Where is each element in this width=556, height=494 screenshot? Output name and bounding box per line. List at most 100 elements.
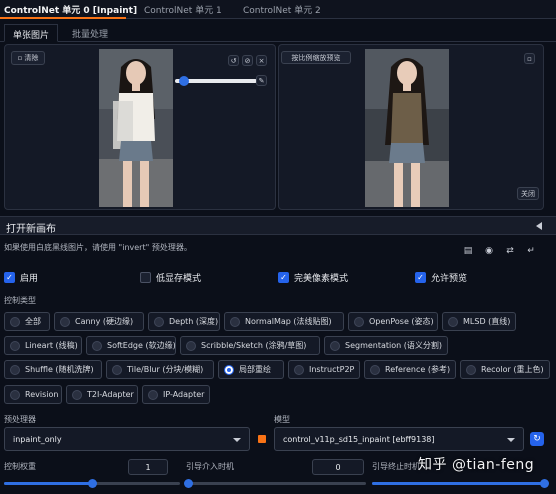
radio-icon xyxy=(60,316,70,327)
radio-icon xyxy=(72,389,82,400)
chip-label: Segmentation (语义分割) xyxy=(345,341,443,350)
chip-label: Depth (深度) xyxy=(169,317,219,326)
undo-icon[interactable]: ↺ xyxy=(228,55,239,66)
low-vram-label: 低显存模式 xyxy=(156,274,202,284)
control-type-recolor[interactable]: Recolor (重上色) xyxy=(460,360,550,379)
control-type-all[interactable]: 全部 xyxy=(4,312,50,331)
control-weight-input[interactable]: 1 xyxy=(128,459,168,475)
enable-label: 启用 xyxy=(20,274,39,284)
model-label: 模型 xyxy=(274,415,290,424)
pixel-perfect-label: 完美像素模式 xyxy=(294,274,349,284)
collapse-arrow-icon[interactable] xyxy=(536,222,542,230)
chip-label: 全部 xyxy=(25,317,41,326)
control-type-mlsd[interactable]: MLSD (直线) xyxy=(442,312,516,331)
control-type-lineart[interactable]: Lineart (线稿) xyxy=(4,336,82,355)
tab-unit-0[interactable]: ControlNet 单元 0 [Inpaint] xyxy=(4,3,137,16)
chip-label: InstructP2P xyxy=(309,365,355,374)
control-type-t2i-adapter[interactable]: T2I-Adapter xyxy=(66,385,138,404)
control-type-openpose[interactable]: OpenPose (姿态) xyxy=(348,312,438,331)
input-image-panel[interactable]: ▫ 清除 ↺ ⊘ × ✎ xyxy=(4,44,276,210)
radio-icon xyxy=(330,340,340,351)
send-dimensions-icon[interactable]: ↵ xyxy=(526,246,536,256)
new-canvas-icon[interactable]: ▤ xyxy=(463,246,473,256)
control-type-tile-blur[interactable]: Tile/Blur (分块/模糊) xyxy=(106,360,214,379)
guidance-end-slider[interactable] xyxy=(372,479,549,488)
preprocessor-value: inpaint_only xyxy=(13,434,62,444)
guidance-start-slider[interactable] xyxy=(184,479,366,488)
checkbox-pixel-perfect-box[interactable]: ✓ xyxy=(278,272,289,283)
input-image[interactable] xyxy=(99,49,173,207)
image-mode-tabs: 单张图片 批量处理 xyxy=(0,24,556,42)
clear-label: 清除 xyxy=(24,54,39,62)
control-type-canny[interactable]: Canny (硬边缘) xyxy=(54,312,144,331)
chip-label: Canny (硬边缘) xyxy=(75,317,134,326)
control-type-ip-adapter[interactable]: IP-Adapter xyxy=(142,385,210,404)
preview-scale-button[interactable]: 按比例缩放预览 xyxy=(281,51,351,64)
radio-icon xyxy=(186,340,196,351)
radio-icon xyxy=(10,389,20,400)
preprocessor-select[interactable]: inpaint_only xyxy=(4,427,250,451)
allow-preview-checkbox[interactable]: ✓ 允许预览 xyxy=(415,271,467,284)
checkbox-enable-box[interactable]: ✓ xyxy=(4,272,15,283)
control-type-label: 控制类型 xyxy=(4,296,36,305)
control-weight-fill xyxy=(4,482,92,485)
swap-icon[interactable]: ⇄ xyxy=(505,246,515,256)
chip-label: IP-Adapter xyxy=(163,390,205,399)
control-type-instructp2p[interactable]: InstructP2P xyxy=(288,360,360,379)
control-weight-slider[interactable] xyxy=(4,479,180,488)
camera-icon[interactable]: ◉ xyxy=(484,246,494,256)
brush-icon[interactable]: ✎ xyxy=(256,75,267,86)
open-new-canvas-bar[interactable]: 打开新画布 xyxy=(0,216,556,235)
guidance-end-thumb[interactable] xyxy=(540,479,549,488)
control-type-shuffle[interactable]: Shuffle (随机洗牌) xyxy=(4,360,102,379)
radio-icon xyxy=(354,316,364,327)
control-type-normalmap[interactable]: NormalMap (法线贴图) xyxy=(224,312,344,331)
lock-icon[interactable]: ▫ xyxy=(524,53,535,64)
control-type-revision[interactable]: Revision xyxy=(4,385,62,404)
close-icon[interactable]: × xyxy=(256,55,267,66)
clear-icon[interactable]: ⊘ xyxy=(242,55,253,66)
guidance-end-label: 引导终止时机 xyxy=(372,462,420,471)
guidance-start-thumb[interactable] xyxy=(184,479,193,488)
open-new-canvas-label: 打开新画布 xyxy=(6,224,56,235)
preprocessor-label: 预处理器 xyxy=(4,415,36,424)
tab-unit-2[interactable]: ControlNet 单元 2 xyxy=(243,3,321,16)
radio-icon xyxy=(10,316,20,327)
control-type-scribble[interactable]: Scribble/Sketch (涂鸦/草图) xyxy=(180,336,320,355)
radio-icon xyxy=(230,316,240,327)
chip-label: Shuffle (随机洗牌) xyxy=(25,365,94,374)
brush-size-thumb[interactable] xyxy=(179,76,189,86)
radio-icon xyxy=(448,316,458,327)
control-type-depth[interactable]: Depth (深度) xyxy=(148,312,220,331)
close-preview-button[interactable]: 关闭 xyxy=(517,187,539,200)
control-weight-thumb[interactable] xyxy=(88,479,97,488)
radio-icon xyxy=(10,340,20,351)
control-type-inpaint[interactable]: 局部重绘 xyxy=(218,360,284,379)
refresh-icon[interactable]: ↻ xyxy=(530,432,544,446)
radio-icon xyxy=(466,364,476,375)
preview-scale-label: 按比例缩放预览 xyxy=(291,53,341,62)
brush-size-slider[interactable] xyxy=(175,76,257,86)
control-type-segmentation[interactable]: Segmentation (语义分割) xyxy=(324,336,448,355)
low-vram-checkbox[interactable]: 低显存模式 xyxy=(140,271,201,284)
control-type-reference[interactable]: Reference (参考) xyxy=(364,360,456,379)
controlnet-unit-tabs: ControlNet 单元 0 [Inpaint] ControlNet 单元 … xyxy=(0,0,556,19)
enable-checkbox[interactable]: ✓ 启用 xyxy=(4,271,38,284)
tab-unit-1[interactable]: ControlNet 单元 1 xyxy=(144,3,222,16)
control-type-softedge[interactable]: SoftEdge (软边缘) xyxy=(86,336,176,355)
radio-icon xyxy=(112,364,122,375)
run-preprocessor-icon[interactable] xyxy=(258,435,266,443)
tab-single-image[interactable]: 单张图片 xyxy=(4,24,59,42)
guidance-start-input[interactable]: 0 xyxy=(312,459,364,475)
tab-batch[interactable]: 批量处理 xyxy=(64,24,116,42)
model-select[interactable]: control_v11p_sd15_inpaint [ebff9138] xyxy=(274,427,524,451)
checkbox-low-vram-box[interactable] xyxy=(140,272,151,283)
chip-label: Lineart (线稿) xyxy=(25,341,78,350)
pixel-perfect-checkbox[interactable]: ✓ 完美像素模式 xyxy=(278,271,348,284)
radio-icon xyxy=(370,364,380,375)
control-weight-label: 控制权重 xyxy=(4,462,36,471)
image-icon: ▫ xyxy=(17,54,23,62)
checkbox-allow-preview-box[interactable]: ✓ xyxy=(415,272,426,283)
clear-button[interactable]: ▫ 清除 xyxy=(11,51,45,65)
chip-label: Revision xyxy=(25,390,59,399)
